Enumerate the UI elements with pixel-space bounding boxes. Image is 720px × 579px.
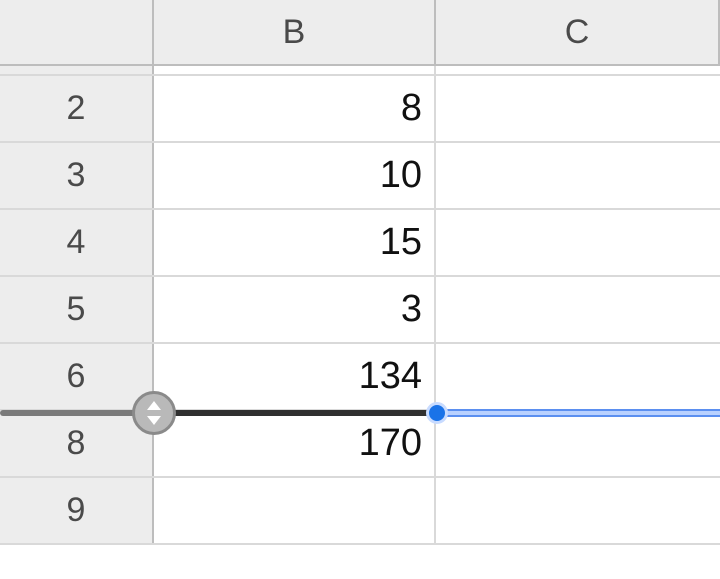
column-header-C[interactable]: C — [436, 0, 720, 64]
row-header-8[interactable]: 8 — [0, 411, 154, 476]
row-4: 4 15 — [0, 210, 720, 277]
column-header-B[interactable]: B — [154, 0, 436, 64]
row-8: 8 170 — [0, 411, 720, 478]
selection-border-right — [436, 409, 720, 417]
cell-B4[interactable]: 15 — [154, 210, 436, 275]
row-header-9[interactable]: 9 — [0, 478, 154, 543]
cell-C3[interactable] — [436, 143, 720, 208]
row-header-2[interactable]: 2 — [0, 76, 154, 141]
column-header-row: B C — [0, 0, 720, 66]
cell-B3[interactable]: 10 — [154, 143, 436, 208]
selection-fill-handle[interactable] — [426, 402, 448, 424]
hidden-row-bar-header — [0, 410, 154, 416]
cell-B1[interactable] — [154, 66, 436, 74]
cell-C1[interactable] — [436, 66, 720, 74]
cell-C9[interactable] — [436, 478, 720, 543]
cell-B8[interactable]: 170 — [154, 411, 436, 476]
cell-C6[interactable] — [436, 344, 720, 409]
select-all-corner[interactable] — [0, 0, 154, 64]
row-3: 3 10 — [0, 143, 720, 210]
unhide-rows-handle[interactable] — [132, 391, 176, 435]
row-9: 9 — [0, 478, 720, 545]
grid-rows: 2 8 3 10 4 15 5 3 6 134 8 170 — [0, 66, 720, 545]
cell-B2[interactable]: 8 — [154, 76, 436, 141]
row-header-4[interactable]: 4 — [0, 210, 154, 275]
row-header-1[interactable] — [0, 66, 154, 74]
cell-C4[interactable] — [436, 210, 720, 275]
row-1-sliver — [0, 66, 720, 76]
row-header-3[interactable]: 3 — [0, 143, 154, 208]
cell-B9[interactable] — [154, 478, 436, 543]
cell-C2[interactable] — [436, 76, 720, 141]
cell-B6[interactable]: 134 — [154, 344, 436, 409]
row-2: 2 8 — [0, 76, 720, 143]
row-6: 6 134 — [0, 344, 720, 411]
row-header-6[interactable]: 6 — [0, 344, 154, 409]
cell-B5[interactable]: 3 — [154, 277, 436, 342]
cell-C5[interactable] — [436, 277, 720, 342]
spreadsheet-viewport: B C 2 8 3 10 4 15 5 3 6 — [0, 0, 720, 579]
row-5: 5 3 — [0, 277, 720, 344]
row-header-5[interactable]: 5 — [0, 277, 154, 342]
cell-C8[interactable] — [436, 411, 720, 476]
hidden-row-bar-col-B — [154, 410, 436, 416]
